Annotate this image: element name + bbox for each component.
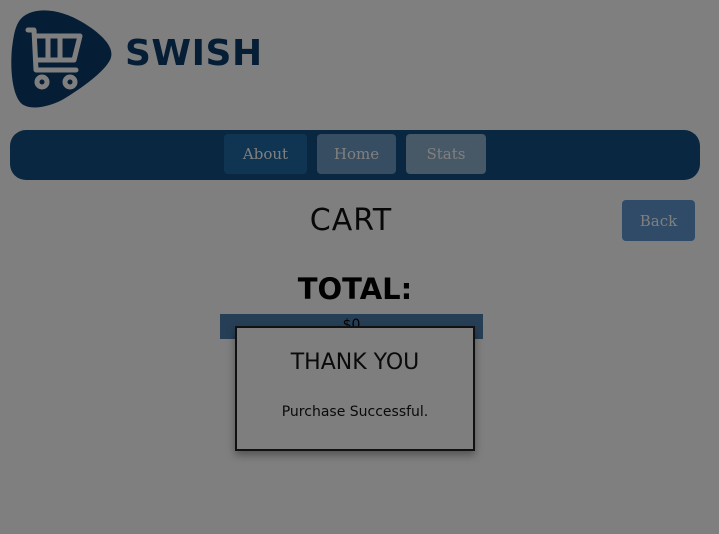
thank-you-modal: THANK YOU Purchase Successful. (235, 326, 475, 451)
modal-title: THANK YOU (290, 350, 420, 375)
modal-overlay[interactable] (0, 0, 719, 534)
modal-message: Purchase Successful. (281, 404, 429, 420)
page: SWISH About Home Stats CART Back TOTAL: … (0, 0, 719, 534)
